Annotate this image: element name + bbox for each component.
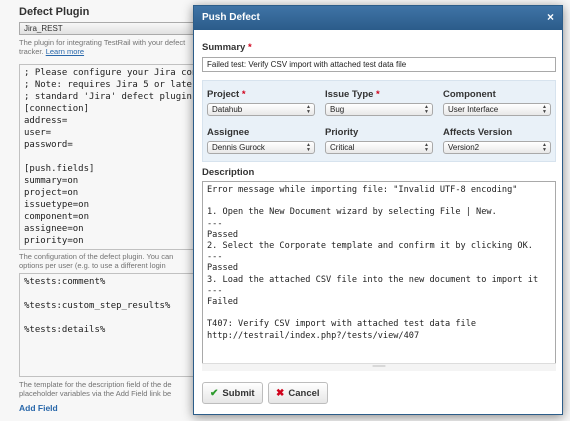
summary-label-text: Summary (202, 42, 246, 53)
push-defect-dialog: Push Defect × Summary * Project * Datahu… (193, 5, 563, 415)
submit-label: Submit (222, 388, 255, 399)
affects-version-field: Affects Version Version2 ▲ ▼ (443, 127, 551, 154)
dialog-title: Push Defect (202, 12, 260, 23)
select-arrows-icon: ▲ ▼ (424, 104, 429, 115)
affects-version-value: Version2 (448, 143, 480, 152)
priority-select[interactable]: Critical ▲ ▼ (325, 141, 433, 154)
project-label-text: Project (207, 89, 240, 100)
component-value: User Interface (448, 105, 499, 114)
dialog-header: Push Defect × (194, 6, 562, 30)
project-value: Datahub (212, 105, 243, 114)
issue-type-label-text: Issue Type (325, 89, 374, 100)
affects-version-label: Affects Version (443, 127, 513, 138)
required-marker: * (376, 89, 380, 100)
defect-fields-panel: Project * Datahub ▲ ▼ Issue Type * Bug ▲ ▼… (202, 80, 556, 162)
priority-label: Priority (325, 127, 359, 138)
close-icon[interactable]: × (547, 10, 554, 24)
required-marker: * (247, 42, 252, 53)
component-label: Component (443, 89, 496, 100)
priority-field: Priority Critical ▲ ▼ (325, 127, 433, 154)
summary-input[interactable] (202, 57, 556, 72)
description-textarea[interactable]: Error message while importing file: "Inv… (202, 181, 556, 371)
issue-type-select[interactable]: Bug ▲ ▼ (325, 103, 433, 116)
project-label: Project * (207, 89, 315, 100)
issue-type-field: Issue Type * Bug ▲ ▼ (325, 89, 433, 116)
check-icon: ✔ (210, 388, 219, 399)
assignee-field: Assignee Dennis Gurock ▲ ▼ (207, 127, 315, 154)
issue-type-label: Issue Type * (325, 89, 433, 100)
select-arrows-icon: ▲ ▼ (542, 142, 547, 153)
select-arrows-icon: ▲ ▼ (424, 142, 429, 153)
issue-type-value: Bug (330, 105, 345, 114)
x-icon: ✖ (276, 388, 285, 399)
assignee-label: Assignee (207, 127, 250, 138)
required-marker: * (241, 89, 246, 100)
component-select[interactable]: User Interface ▲ ▼ (443, 103, 551, 116)
assignee-select[interactable]: Dennis Gurock ▲ ▼ (207, 141, 315, 154)
summary-label: Summary * (202, 42, 252, 53)
select-arrows-icon: ▲ ▼ (306, 142, 311, 153)
select-arrows-icon: ▲ ▼ (306, 104, 311, 115)
component-field: Component User Interface ▲ ▼ (443, 89, 551, 116)
description-label: Description (202, 167, 255, 178)
assignee-value: Dennis Gurock (212, 143, 265, 152)
cancel-button[interactable]: ✖ Cancel (268, 382, 328, 404)
project-select[interactable]: Datahub ▲ ▼ (207, 103, 315, 116)
submit-button[interactable]: ✔ Submit (202, 382, 263, 404)
priority-value: Critical (330, 143, 355, 152)
cancel-label: Cancel (288, 388, 320, 399)
resize-grip-icon[interactable]: ═══ (202, 363, 556, 371)
affects-version-select[interactable]: Version2 ▲ ▼ (443, 141, 551, 154)
select-arrows-icon: ▲ ▼ (542, 104, 547, 115)
project-field: Project * Datahub ▲ ▼ (207, 89, 315, 116)
